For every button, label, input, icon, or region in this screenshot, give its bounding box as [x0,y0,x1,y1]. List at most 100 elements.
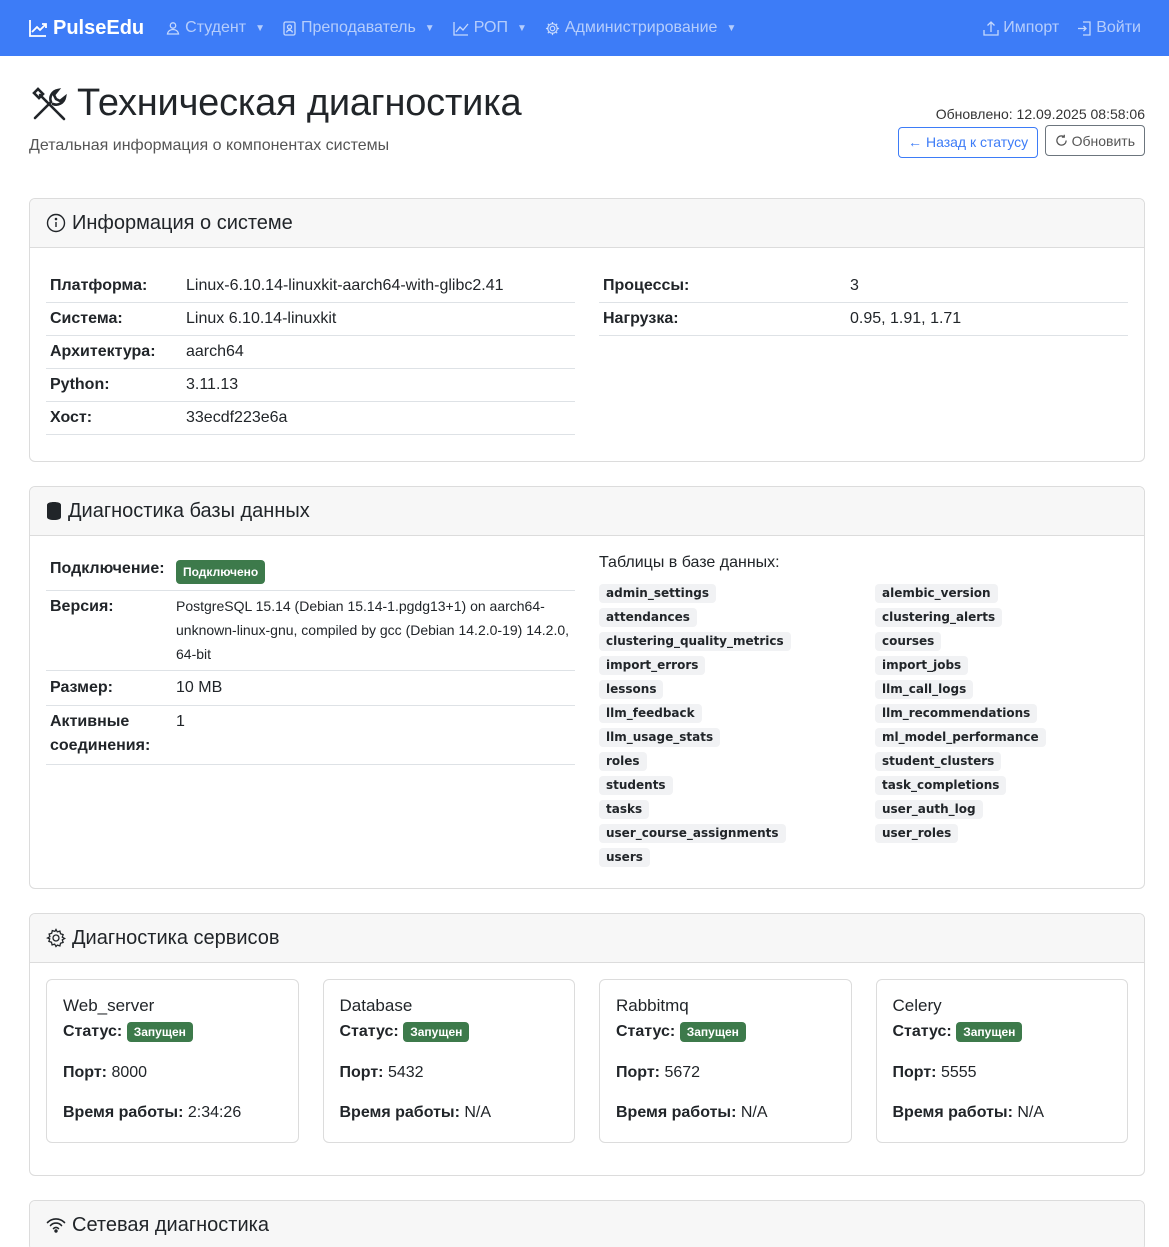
table-tag: clustering_quality_metrics [599,632,791,651]
nav-teacher[interactable]: Преподаватель ▼ [283,19,435,37]
service-status: Статус: Запущен [63,1022,282,1042]
table-tag: ml_model_performance [875,728,1046,747]
table-tag: student_clusters [875,752,1002,771]
network-header: Сетевая диагностика [30,1201,1144,1247]
service-card-web-server: Web_server Статус: Запущен Порт: 8000 Вр… [46,979,299,1143]
platform-row: Платформа: Linux-6.10.14-linuxkit-aarch64… [46,270,575,303]
nav-teacher-label: Преподаватель [300,19,416,36]
page-header: Техническая диагностика Детальная информ… [0,56,1169,198]
version-row: Версия: PostgreSQL 15.14 (Debian 15.14-1… [46,591,575,671]
size-row: Размер: 10 MB [46,671,575,706]
system-info-body: Платформа: Linux-6.10.14-linuxkit-aarch64… [30,248,1144,461]
services-card: Диагностика сервисов Web_server Статус: … [29,913,1145,1176]
database-icon [46,501,62,521]
back-to-status-label: Назад к статусу [925,134,1029,150]
service-status: Статус: Запущен [616,1022,835,1042]
table-tag: roles [599,752,647,771]
db-version-value: PostgreSQL 15.14 (Debian 15.14-1.pgdg13+… [176,598,570,662]
system-info-card: Информация о системе Платформа: Linux-6.1… [29,198,1145,462]
service-card-database: Database Статус: Запущен Порт: 5432 Врем… [322,979,575,1143]
service-status: Статус: Запущен [340,1022,559,1042]
refresh-button[interactable]: Обновить [1044,125,1145,156]
host-row: Хост: 33ecdf223e6a [46,402,575,435]
updated-timestamp: Обновлено: 12.09.2025 08:58:06 [935,106,1145,122]
status-badge: Запущен [126,1022,193,1042]
service-port: Порт: 5432 [339,1064,424,1081]
table-tag: llm_feedback [599,704,702,723]
service-port: Порт: 5555 [892,1064,977,1081]
gear-icon [46,928,66,948]
service-uptime: Время работы: N/A [892,1104,1045,1121]
system-info-left: Платформа: Linux-6.10.14-linuxkit-aarch64… [46,270,575,445]
database-body: Подключение: Подключено Версия: PostgreS… [30,536,1144,888]
chevron-down-icon: ▼ [516,22,527,34]
table-tag: llm_recommendations [875,704,1038,723]
info-circle-icon [46,213,66,233]
python-row: Python: 3.11.13 [46,369,575,402]
brand-name: PulseEdu [53,16,145,39]
id-badge-icon [283,20,296,36]
back-to-status-button[interactable]: ← Назад к статусу [897,126,1039,158]
nav-login[interactable]: Войти [1077,19,1141,37]
table-tag: user_course_assignments [599,824,786,843]
database-card: Диагностика базы данных Подключение: Под… [29,486,1145,889]
service-name: Web_server [63,996,155,1015]
tables-list: admin_settings alembic_version attendances… [599,584,1128,867]
service-status: Статус: Запущен [893,1022,1112,1042]
status-badge: Запущен [403,1022,470,1042]
user-icon [166,21,180,35]
status-badge: Подключено [176,560,266,584]
database-title: Диагностика базы данных [68,499,310,522]
database-tables: Таблицы в базе данных: admin_settings ale… [599,552,1128,872]
service-uptime: Время работы: N/A [616,1104,768,1121]
wifi-icon [46,1217,66,1233]
table-tag: user_auth_log [875,800,983,819]
processes-row: Процессы: 3 [599,270,1128,303]
nav-student[interactable]: Студент ▼ [166,19,265,37]
header-actions: Обновлено: 12.09.2025 08:58:06 ← Назад к… [897,106,1145,158]
refresh-icon [1055,134,1068,147]
tables-title: Таблицы в базе данных: [599,554,780,571]
chevron-down-icon: ▼ [255,22,265,34]
service-card-rabbitmq: Rabbitmq Статус: Запущен Порт: 5672 Врем… [599,979,852,1143]
table-tag: students [599,776,673,795]
services-body: Web_server Статус: Запущен Порт: 8000 Вр… [30,963,1144,1175]
nav-student-label: Студент [185,19,247,36]
network-title: Сетевая диагностика [72,1213,269,1236]
table-tag: task_completions [875,776,1007,795]
service-name: Database [339,996,413,1015]
system-info-title: Информация о системе [72,211,293,234]
chevron-down-icon: ▼ [424,22,435,34]
table-tag: clustering_alerts [875,608,1003,627]
navbar: PulseEdu Студент ▼ Преподаватель ▼ РОП ▼… [0,0,1169,56]
active-connections-row: Активные соединения: 1 [46,706,575,765]
upload-icon [983,20,999,36]
chart-line-icon [453,21,469,36]
nav-rop[interactable]: РОП ▼ [453,19,527,37]
table-tag: llm_usage_stats [599,728,721,747]
table-tag: attendances [599,608,697,627]
connection-row: Подключение: Подключено [46,552,575,591]
nav-import-label: Импорт [1003,19,1060,36]
table-tag: import_errors [599,656,706,675]
network-card: Сетевая диагностика [29,1200,1145,1247]
database-header: Диагностика базы данных [30,487,1144,536]
services-header: Диагностика сервисов [30,914,1144,963]
nav-admin[interactable]: Администрирование ▼ [545,19,736,37]
table-tag: users [599,848,650,867]
nav-admin-label: Администрирование [564,19,718,36]
tools-icon [29,84,69,124]
system-info-header: Информация о системе [30,199,1144,248]
brand-link[interactable]: PulseEdu [28,17,144,40]
login-icon [1077,20,1092,36]
service-card-celery: Celery Статус: Запущен Порт: 5555 Время … [875,979,1128,1143]
refresh-label: Обновить [1071,132,1135,149]
table-tag: courses [875,632,942,651]
status-badge: Запущен [956,1022,1023,1042]
table-tag: admin_settings [599,584,716,603]
table-tag: lessons [599,680,664,699]
services-title: Диагностика сервисов [72,926,280,949]
service-port: Порт: 5672 [616,1064,701,1081]
table-tag: alembic_version [875,584,998,603]
nav-import[interactable]: Импорт [983,19,1059,37]
